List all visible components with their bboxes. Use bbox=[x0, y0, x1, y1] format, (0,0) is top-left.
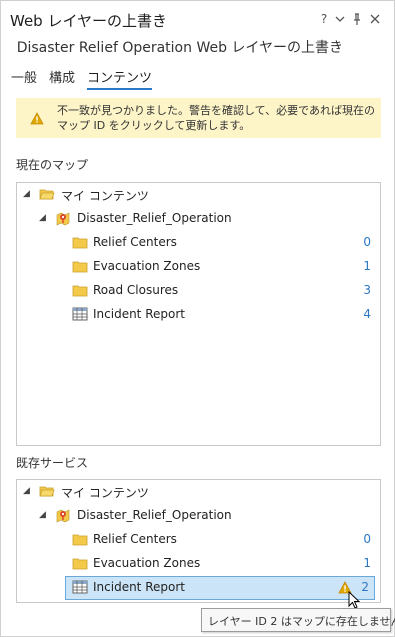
layer-name: Relief Centers bbox=[93, 532, 177, 546]
warning-icon bbox=[30, 112, 44, 125]
layer-name: Evacuation Zones bbox=[93, 556, 201, 570]
tree-node-label: Disaster_Relief_Operation bbox=[77, 211, 232, 225]
layer-name: Incident Report bbox=[93, 580, 185, 594]
layer-name: Road Closures bbox=[93, 283, 179, 297]
layer-id[interactable]: 1 bbox=[363, 259, 371, 273]
layer-name: Evacuation Zones bbox=[93, 259, 201, 273]
layer-row[interactable]: Evacuation Zones 1 bbox=[17, 552, 380, 576]
feature-layer-icon bbox=[72, 261, 88, 273]
pane-title: Web レイヤーの上書き bbox=[10, 12, 168, 30]
tree-node-label: マイ コンテンツ bbox=[61, 189, 149, 203]
chevron-down-icon[interactable] bbox=[333, 11, 347, 27]
web-map-icon bbox=[56, 212, 70, 226]
folder-open-icon bbox=[39, 486, 55, 497]
tab-configuration[interactable]: 構成 bbox=[49, 67, 75, 86]
tree-node-my-content[interactable]: ◢ マイ コンテンツ bbox=[17, 183, 380, 207]
feature-layer-icon bbox=[72, 285, 88, 297]
close-icon[interactable] bbox=[368, 11, 382, 27]
layer-id[interactable]: 2 bbox=[361, 580, 369, 594]
layer-id[interactable]: 4 bbox=[363, 307, 371, 321]
caret-down-icon[interactable]: ◢ bbox=[23, 189, 30, 199]
tooltip: レイヤー ID 2 はマップに存在しません。 bbox=[201, 608, 395, 632]
pane-titlebar: Web レイヤーの上書き ? bbox=[1, 1, 394, 35]
folder-open-icon bbox=[39, 189, 55, 200]
caret-down-icon[interactable]: ◢ bbox=[39, 213, 46, 223]
tree-node-service[interactable]: ◢ Disaster_Relief_Operation bbox=[17, 207, 380, 231]
layer-id[interactable]: 0 bbox=[363, 235, 371, 249]
existing-service-tree[interactable]: ◢ マイ コンテンツ ◢ Disaster_Relief_Operation R… bbox=[16, 479, 381, 603]
tree-node-my-content[interactable]: ◢ マイ コンテンツ bbox=[17, 480, 380, 504]
layer-row[interactable]: Road Closures 3 bbox=[17, 279, 380, 303]
tree-node-service[interactable]: ◢ Disaster_Relief_Operation bbox=[17, 504, 380, 528]
table-icon bbox=[72, 580, 88, 594]
tab-content[interactable]: コンテンツ bbox=[87, 67, 153, 90]
layer-row[interactable]: Evacuation Zones 1 bbox=[17, 255, 380, 279]
caret-down-icon[interactable]: ◢ bbox=[23, 486, 30, 496]
layer-row[interactable]: Relief Centers 0 bbox=[17, 528, 380, 552]
feature-layer-icon bbox=[72, 237, 88, 249]
layer-row[interactable]: Incident Report 4 bbox=[17, 303, 380, 327]
tooltip-text: レイヤー ID 2 はマップに存在しません。 bbox=[208, 615, 395, 628]
current-map-label: 現在のマップ bbox=[16, 158, 89, 172]
help-button[interactable]: ? bbox=[317, 11, 331, 27]
layer-id[interactable]: 1 bbox=[363, 556, 371, 570]
layer-row-selected[interactable]: Incident Report 2 bbox=[65, 576, 375, 600]
layer-row[interactable]: Relief Centers 0 bbox=[17, 231, 380, 255]
tree-node-label: Disaster_Relief_Operation bbox=[77, 508, 232, 522]
layer-name: Relief Centers bbox=[93, 235, 177, 249]
layer-name: Incident Report bbox=[93, 307, 185, 321]
current-map-tree[interactable]: ◢ マイ コンテンツ ◢ Disaster_Relief_Operation R… bbox=[16, 182, 381, 446]
tab-general[interactable]: 一般 bbox=[11, 67, 37, 86]
table-icon bbox=[72, 307, 88, 321]
dialog-subtitle: Disaster Relief Operation Web レイヤーの上書き bbox=[16, 40, 343, 56]
web-map-icon bbox=[56, 509, 70, 523]
layer-id[interactable]: 0 bbox=[363, 532, 371, 546]
caret-down-icon[interactable]: ◢ bbox=[39, 510, 46, 520]
existing-service-label: 既存サービス bbox=[16, 456, 89, 470]
layer-id[interactable]: 3 bbox=[363, 283, 371, 297]
tree-node-label: マイ コンテンツ bbox=[61, 486, 149, 500]
feature-layer-icon bbox=[72, 558, 88, 570]
overwrite-web-layer-pane: Web レイヤーの上書き ? Disaster Relief Operation… bbox=[0, 0, 395, 637]
pin-icon[interactable] bbox=[350, 11, 364, 27]
warning-banner: 不一致が見つかりました。警告を確認して、必要であれば現在のマップ ID をクリッ… bbox=[16, 98, 381, 138]
feature-layer-icon bbox=[72, 534, 88, 546]
warning-text: 不一致が見つかりました。警告を確認して、必要であれば現在のマップ ID をクリッ… bbox=[57, 104, 376, 132]
